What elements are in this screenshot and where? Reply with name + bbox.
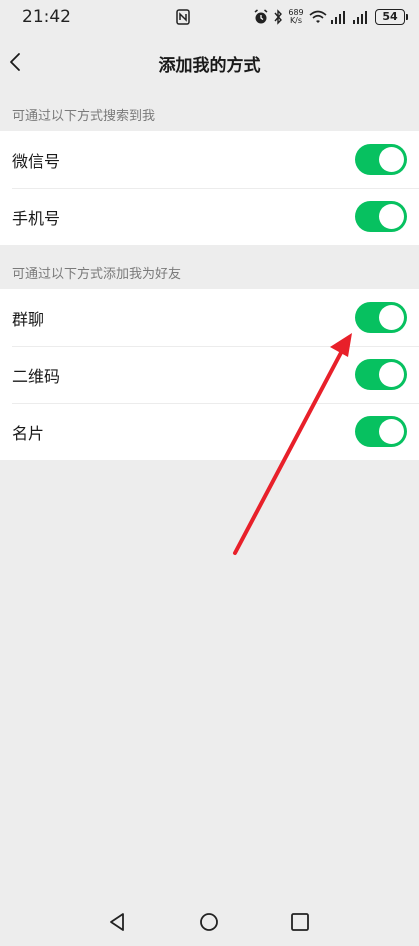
setting-label: 微信号 xyxy=(12,152,61,171)
toggle-knob xyxy=(379,419,404,444)
status-time: 21:42 xyxy=(22,7,71,27)
phone-number-toggle[interactable] xyxy=(355,201,407,232)
business-card-toggle[interactable] xyxy=(355,416,407,447)
system-nav-bar xyxy=(0,898,419,946)
toggle-knob xyxy=(379,147,404,172)
signal-icon-2 xyxy=(353,11,367,24)
setting-row-group-chat: 群聊 xyxy=(0,289,419,346)
nfc-icon xyxy=(176,9,190,25)
net-speed-unit: K/s xyxy=(289,16,303,25)
group-chat-toggle[interactable] xyxy=(355,302,407,333)
signal-icon xyxy=(331,11,345,24)
page-title: 添加我的方式 xyxy=(158,56,261,76)
header: 添加我的方式 xyxy=(0,34,419,90)
status-bar: 21:42 689 K/s 54 xyxy=(0,0,419,34)
net-speed: 689 K/s xyxy=(287,9,305,25)
qr-code-toggle[interactable] xyxy=(355,359,407,390)
settings-group-add-friend: 群聊 二维码 名片 xyxy=(0,289,419,460)
screen: 21:42 689 K/s 54 添加我的方式 可通过以下方式搜索到我 微信号 … xyxy=(0,0,419,946)
section-caption-search: 可通过以下方式搜索到我 xyxy=(12,109,156,124)
setting-row-qr-code: 二维码 xyxy=(0,346,419,403)
back-triangle-icon[interactable] xyxy=(108,912,128,932)
home-circle-icon[interactable] xyxy=(199,912,219,932)
settings-group-search: 微信号 手机号 xyxy=(0,131,419,245)
toggle-knob xyxy=(379,362,404,387)
alarm-icon xyxy=(254,9,268,24)
recents-square-icon[interactable] xyxy=(290,912,310,932)
bluetooth-icon xyxy=(274,9,282,25)
status-icons: 689 K/s 54 xyxy=(253,6,408,28)
toggle-knob xyxy=(379,305,404,330)
toggle-knob xyxy=(379,204,404,229)
wifi-icon xyxy=(309,10,327,23)
setting-row-business-card: 名片 xyxy=(0,403,419,460)
setting-label: 手机号 xyxy=(12,209,61,228)
section-caption-add-friend: 可通过以下方式添加我为好友 xyxy=(12,267,182,282)
setting-label: 二维码 xyxy=(12,367,61,386)
setting-label: 名片 xyxy=(12,424,45,443)
setting-row-phone-number: 手机号 xyxy=(0,188,419,245)
setting-label: 群聊 xyxy=(12,310,45,329)
setting-row-wechat-id: 微信号 xyxy=(0,131,419,188)
battery-icon: 54 xyxy=(375,9,408,25)
wechat-id-toggle[interactable] xyxy=(355,144,407,175)
